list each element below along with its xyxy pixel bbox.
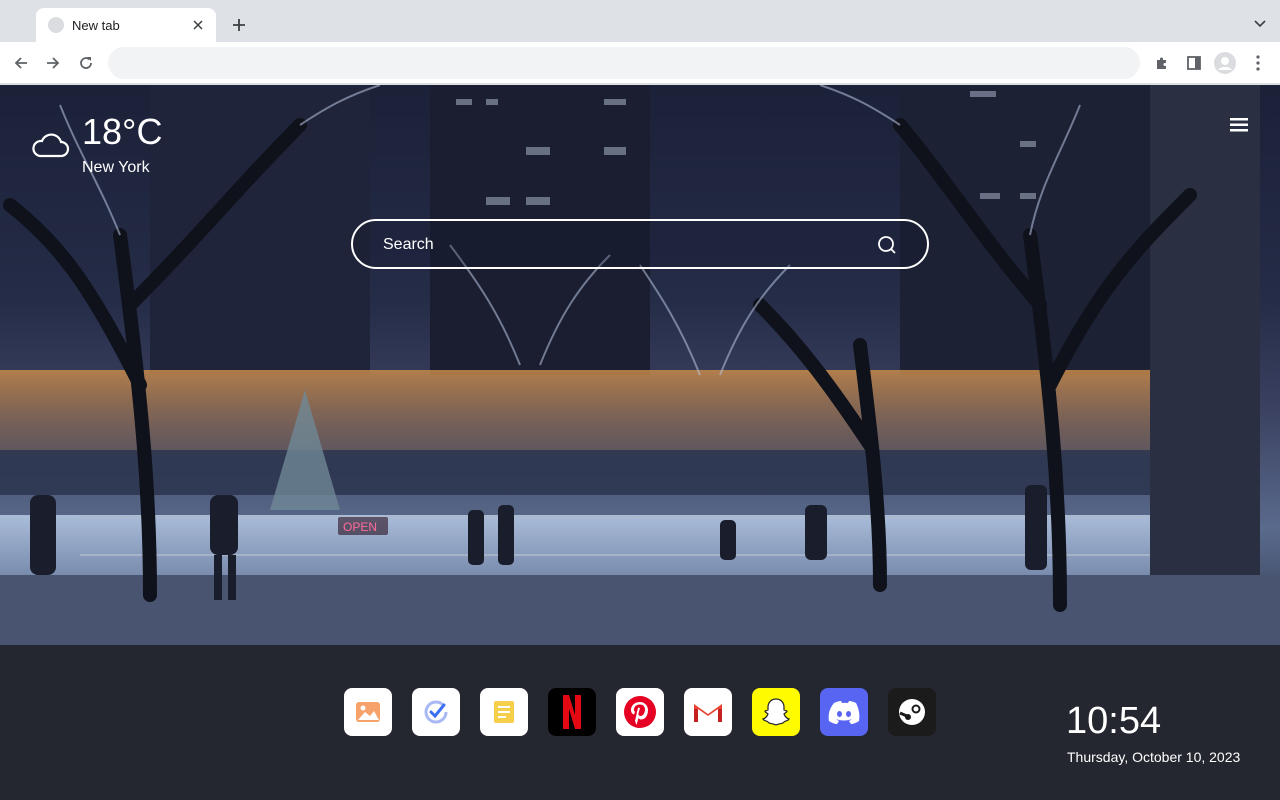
progress-check-icon [424,700,448,724]
app-photos[interactable] [344,688,392,736]
discord-icon [828,701,860,724]
image-icon [356,702,380,722]
address-bar[interactable] [108,47,1140,79]
temperature: 18°C [82,111,163,152]
search-input[interactable] [383,233,863,257]
tab-title: New tab [72,17,120,33]
clock-date: Thursday, October 10, 2023 [1067,749,1241,765]
app-snapchat[interactable] [752,688,800,736]
blank-page-icon [48,17,64,33]
side-panel-icon[interactable] [1182,51,1206,75]
steam-icon [899,699,925,725]
city-name: New York [82,159,150,176]
chevron-down-icon[interactable] [1250,14,1270,34]
cloud-icon [32,133,70,158]
tab-strip: New tab [0,0,1280,42]
app-notes[interactable] [480,688,528,736]
app-pinterest[interactable] [616,688,664,736]
new-tab-button[interactable] [228,14,250,36]
app-netflix[interactable] [548,688,596,736]
search-bar[interactable] [351,219,929,269]
new-tab-page: OPEN 18°C New York Search 10:54 Thursday… [0,85,1280,800]
kebab-menu-icon[interactable] [1246,51,1270,75]
pinterest-icon [624,696,656,728]
app-discord[interactable] [820,688,868,736]
snapchat-icon [762,698,790,726]
clock-time: 10:54 [1066,700,1162,742]
app-gmail[interactable] [684,688,732,736]
netflix-icon [563,695,581,729]
app-dock [344,688,936,736]
profile-avatar-icon[interactable] [1213,51,1237,75]
reload-icon[interactable] [74,51,98,75]
open-sign: OPEN [343,520,377,534]
tab-new-tab[interactable]: New tab [36,8,216,42]
app-steam[interactable] [888,688,936,736]
search-icon[interactable] [877,235,897,255]
note-icon [494,701,514,723]
close-icon[interactable] [190,17,206,33]
browser-toolbar [0,42,1280,84]
app-tasks[interactable] [412,688,460,736]
hamburger-menu-icon[interactable] [1228,115,1250,135]
gmail-icon [694,704,722,722]
puzzle-icon[interactable] [1150,51,1174,75]
back-arrow-icon[interactable] [9,51,33,75]
forward-arrow-icon[interactable] [41,51,65,75]
